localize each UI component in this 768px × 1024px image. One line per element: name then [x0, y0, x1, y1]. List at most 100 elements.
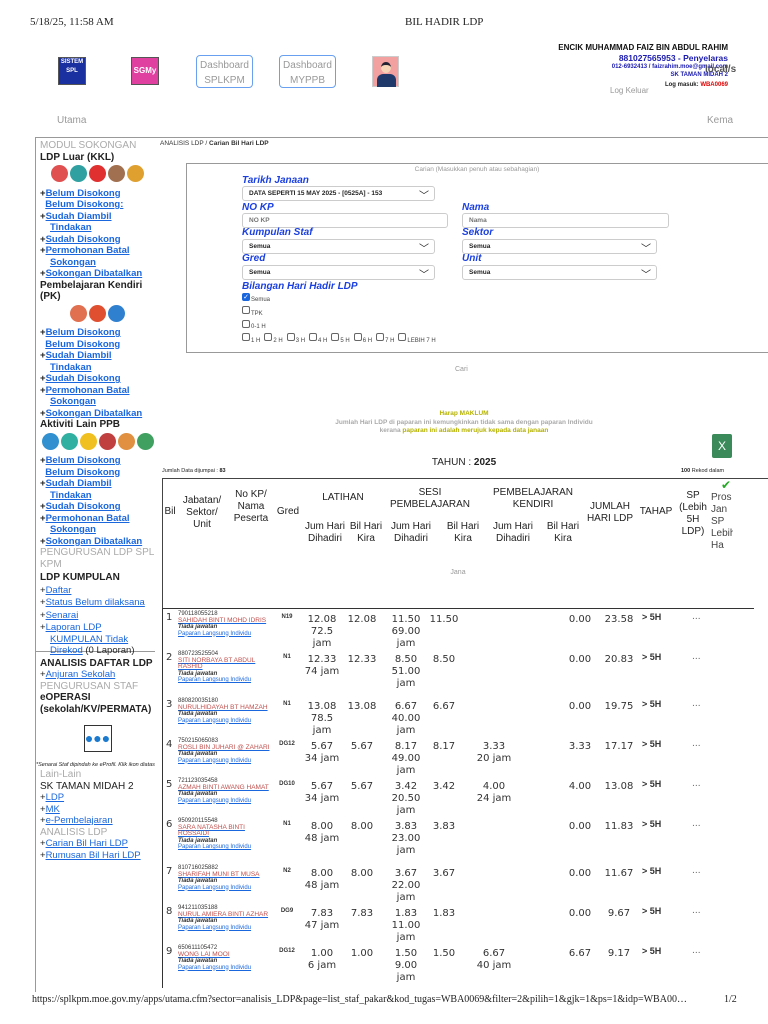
sidebar-link[interactable]: +Sokongan Dibatalkan — [40, 408, 155, 420]
spl-logo[interactable]: SISTEM SPL — [58, 57, 86, 85]
sidebar-link[interactable]: Belum Disokong — [40, 467, 155, 479]
paparan-individu-link[interactable]: Paparan Langsung Individu — [178, 844, 273, 851]
paparan-individu-link[interactable]: Paparan Langsung Individu — [178, 718, 273, 725]
paparan-individu-link[interactable]: Paparan Langsung Individu — [178, 965, 273, 972]
tarikh-select[interactable]: DATA SEPERTI 15 MAY 2025 - [0525A] - 153… — [242, 186, 435, 202]
module-icon[interactable] — [117, 432, 135, 450]
sidebar-link-label[interactable]: Status Belum dilaksana — [46, 597, 145, 608]
row-nama-link[interactable]: SARA NATASHA BINTI ROSSAIDI — [178, 824, 273, 838]
sidebar-link-label[interactable]: Sudah Diambil Tindakan — [46, 478, 112, 501]
sgmy-logo[interactable]: SGMy — [131, 57, 159, 85]
hari-checkbox[interactable] — [353, 333, 362, 342]
sidebar-link-label[interactable]: Daftar — [46, 585, 72, 596]
sidebar-link-label[interactable]: e-Pembelajaran — [46, 815, 113, 826]
sidebar-link[interactable]: +Sudah Diambil Tindakan — [40, 350, 155, 373]
row-sp[interactable]: ... — [692, 778, 701, 790]
module-icon[interactable] — [108, 304, 125, 322]
sidebar-link[interactable]: +Daftar — [40, 585, 155, 597]
sidebar-link[interactable]: +LDP — [40, 792, 155, 804]
gred-select[interactable]: Semua ﹀ — [242, 265, 435, 281]
01h-checkbox[interactable] — [242, 319, 250, 328]
module-icon[interactable] — [136, 432, 154, 450]
sidebar-link[interactable]: Belum Disokong — [40, 339, 155, 351]
sidebar-link-label[interactable]: Belum Disokong — [46, 188, 121, 199]
sidebar-link[interactable]: +Sudah Disokong — [40, 501, 155, 513]
nav-utama[interactable]: Utama — [57, 115, 86, 126]
paparan-individu-link[interactable]: Paparan Langsung Individu — [178, 677, 273, 684]
sidebar-link-label[interactable]: Rumusan Bil Hari LDP — [46, 850, 141, 861]
row-nama-link[interactable]: SITI NORBAYA BT ABDUL RASHID — [178, 657, 273, 671]
sidebar-link[interactable]: +Permohonan Batal Sokongan — [40, 385, 155, 408]
sidebar-link-label[interactable]: Senarai — [46, 610, 79, 621]
sidebar-link[interactable]: +Senarai — [40, 610, 155, 622]
paparan-individu-link[interactable]: Paparan Langsung Individu — [178, 925, 273, 932]
sidebar-link[interactable]: +MK — [40, 804, 155, 816]
row-sp[interactable]: ... — [692, 698, 701, 710]
nav-kemaskini[interactable]: Kema — [707, 115, 733, 126]
nokp-input[interactable] — [242, 213, 448, 228]
excel-export-icon[interactable]: X — [712, 434, 732, 458]
sidebar-link[interactable]: +Belum Disokong — [40, 455, 155, 467]
nama-input[interactable] — [462, 213, 669, 228]
row-sp[interactable]: ... — [692, 905, 701, 917]
module-icon[interactable] — [60, 432, 78, 450]
cari-button[interactable]: Cari — [455, 366, 468, 373]
module-icon[interactable] — [89, 304, 106, 322]
unit-select[interactable]: Semua ﹀ — [462, 265, 657, 281]
module-icon[interactable] — [89, 165, 106, 182]
sidebar-link-label[interactable]: Belum Disokong: — [45, 199, 123, 210]
hari-checkbox[interactable] — [309, 333, 318, 342]
paparan-individu-link[interactable]: Paparan Langsung Individu — [178, 885, 273, 892]
sidebar-link-label[interactable]: Belum Disokong — [46, 327, 121, 338]
paparan-individu-link[interactable]: Paparan Langsung Individu — [178, 798, 273, 805]
sidebar-link-label[interactable]: Permohonan Batal Sokongan — [46, 385, 130, 408]
paparan-individu-link[interactable]: Paparan Langsung Individu — [178, 631, 273, 638]
kumpulan-select[interactable]: Semua ﹀ — [242, 239, 435, 255]
sidebar-link-label[interactable]: Belum Disokong — [46, 455, 121, 466]
sidebar-link[interactable]: +Sudah Diambil Tindakan — [40, 478, 155, 501]
sidebar-link-label[interactable]: Sokongan Dibatalkan — [46, 536, 143, 547]
row-sp[interactable]: ... — [692, 738, 701, 750]
sidebar-link[interactable]: +Laporan LDP KUMPULAN Tidak Direkod (0 L… — [40, 622, 155, 657]
sidebar-link-label[interactable]: Sudah Disokong — [46, 234, 121, 245]
sidebar-link[interactable]: +Anjuran Sekolah — [40, 669, 155, 681]
module-icon[interactable] — [51, 165, 68, 182]
module-icon[interactable] — [79, 432, 97, 450]
sidebar-link-label[interactable]: LDP — [46, 792, 64, 803]
hari-checkbox[interactable] — [376, 333, 385, 342]
sidebar-link[interactable]: +Permohonan Batal Sokongan — [40, 513, 155, 536]
sidebar-link-label[interactable]: Sudah Disokong — [46, 373, 121, 384]
sidebar-link-label[interactable]: Permohonan Batal Sokongan — [46, 245, 130, 268]
module-icon[interactable] — [98, 432, 116, 450]
sidebar-link[interactable]: +Belum Disokong — [40, 327, 155, 339]
sidebar-link[interactable]: +Belum Disokong — [40, 188, 155, 200]
sidebar-link[interactable]: +Carian Bil Hari LDP — [40, 838, 155, 850]
sidebar-link[interactable]: +Sudah Disokong — [40, 373, 155, 385]
sidebar-link[interactable]: +Status Belum dilaksana — [40, 597, 155, 609]
sidebar-link-label[interactable]: Sudah Diambil Tindakan — [46, 211, 112, 234]
tpk-checkbox[interactable] — [242, 306, 250, 315]
paparan-individu-link[interactable]: Paparan Langsung Individu — [178, 758, 273, 765]
sidebar-link-label[interactable]: Sokongan Dibatalkan — [46, 408, 143, 419]
row-sp[interactable]: ... — [692, 945, 701, 957]
sidebar-link-label[interactable]: Anjuran Sekolah — [46, 669, 116, 680]
dashboard-myppb-button[interactable]: Dashboard MYPPB — [279, 55, 336, 88]
breadcrumb-parent[interactable]: ANALISIS LDP — [160, 140, 204, 147]
sidebar-link[interactable]: Belum Disokong: — [40, 199, 155, 211]
sidebar-link[interactable]: +Sokongan Dibatalkan — [40, 268, 155, 280]
row-sp[interactable]: ... — [692, 611, 701, 623]
staff-group-icon[interactable]: ●●● — [83, 725, 112, 752]
hari-checkbox[interactable] — [331, 333, 340, 342]
hari-checkbox[interactable] — [242, 333, 250, 342]
sidebar-link[interactable]: +Rumusan Bil Hari LDP — [40, 850, 155, 862]
sidebar-link-label[interactable]: Belum Disokong — [45, 467, 120, 478]
sidebar-link-label[interactable]: Permohonan Batal Sokongan — [46, 513, 130, 536]
module-icon[interactable] — [41, 432, 59, 450]
sidebar-link-label[interactable]: Sudah Diambil Tindakan — [46, 350, 112, 373]
semua-checkbox[interactable]: ✓ — [242, 292, 250, 301]
sektor-select[interactable]: Semua ﹀ — [462, 239, 657, 255]
hari-checkbox[interactable] — [286, 333, 295, 342]
row-sp[interactable]: ... — [692, 865, 701, 877]
sidebar-link[interactable]: +Permohonan Batal Sokongan — [40, 245, 155, 268]
module-icon[interactable] — [127, 165, 144, 182]
